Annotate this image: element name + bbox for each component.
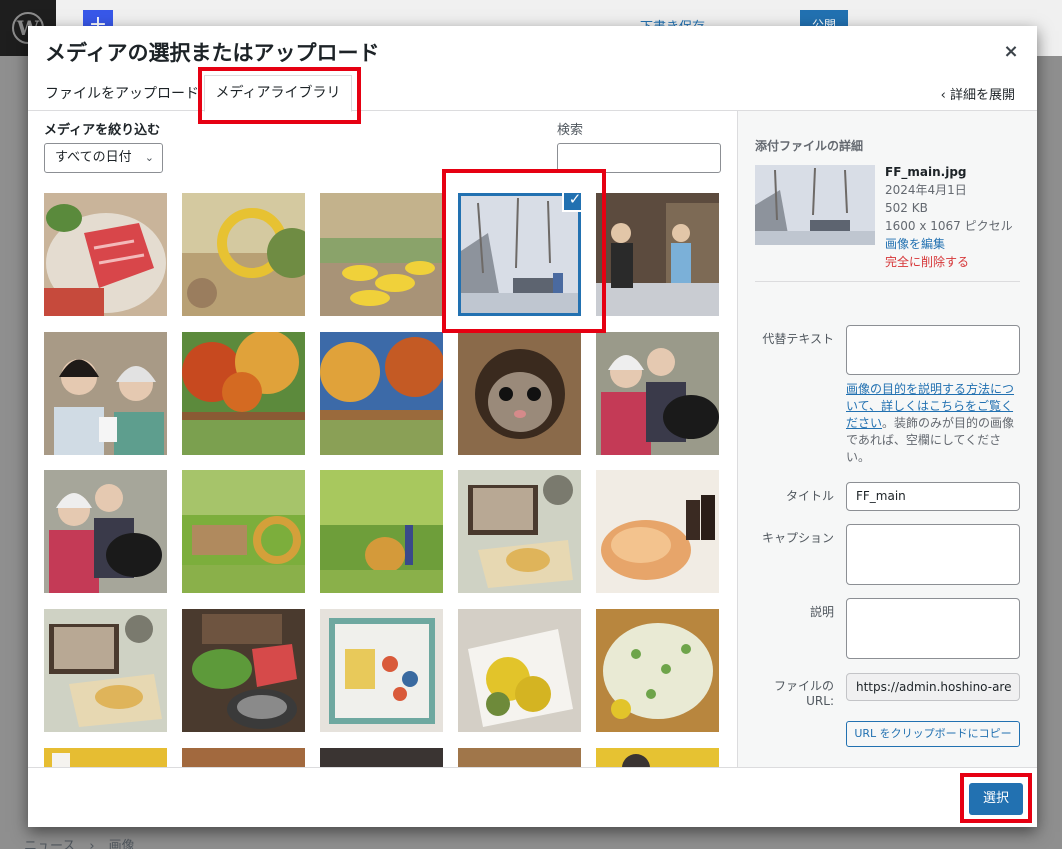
edit-image-link[interactable]: 画像を編集 <box>885 235 1013 253</box>
modal-title: メディアの選択またはアップロード <box>45 41 380 65</box>
thumbnail-partial-5[interactable] <box>596 748 719 767</box>
close-icon[interactable]: × <box>1001 42 1021 62</box>
alt-text-field[interactable] <box>846 325 1020 375</box>
thumbnail-bonito-flakes[interactable] <box>596 470 719 593</box>
alt-text-label: 代替テキスト <box>762 332 834 346</box>
breadcrumb-item[interactable]: 画像 <box>109 839 135 849</box>
thumbnail-partial-3[interactable] <box>320 748 443 767</box>
thumbnail-autumn-park[interactable] <box>320 332 443 455</box>
thumbnail-soba-tempura[interactable] <box>458 470 581 593</box>
thumbnail-partial-1[interactable] <box>44 748 167 767</box>
thumbnail-autumn-maples[interactable] <box>182 332 305 455</box>
details-thumbnail <box>755 165 875 245</box>
thumbnail-floral-shirt[interactable] <box>596 609 719 732</box>
file-url-label: ファイルの URL: <box>773 679 834 708</box>
footer-divider <box>28 767 1037 768</box>
filter-label: メディアを絞り込む <box>44 123 161 138</box>
thumbnail-partial-2[interactable] <box>182 748 305 767</box>
thumbnail-spring-park-people[interactable] <box>320 470 443 593</box>
attachment-details-panel: 添付ファイルの詳細 FF_main.jpg 2024年4月1日 502 KB 1… <box>737 111 1037 767</box>
thumbnail-mimosa-box[interactable] <box>458 609 581 732</box>
details-dimensions: 1600 x 1067 ピクセル <box>885 219 1013 233</box>
expand-details-link[interactable]: ‹ 詳細を展開 <box>941 84 1015 103</box>
details-date: 2024年4月1日 <box>885 183 967 197</box>
thumbnail-flying-squirrel[interactable] <box>458 332 581 455</box>
media-browser: メディアを絞り込む すべての日付 ⌄ 検索 ✓ <box>28 111 736 767</box>
thumbnail-spring-playground[interactable] <box>182 470 305 593</box>
title-field[interactable]: FF_main <box>846 482 1020 511</box>
file-url-field[interactable]: https://admin.hoshino-are <box>846 673 1020 701</box>
caption-field[interactable] <box>846 524 1020 585</box>
media-modal: メディアの選択またはアップロード × ファイルをアップロード メディアライブラリ… <box>28 26 1037 827</box>
details-meta: FF_main.jpg 2024年4月1日 502 KB 1600 x 1067… <box>885 163 1013 271</box>
thumbnail-snow-sweeping[interactable] <box>596 193 719 316</box>
details-divider <box>755 281 1020 282</box>
breadcrumb-item[interactable]: ニュース <box>24 839 75 849</box>
title-label: タイトル <box>785 489 834 503</box>
select-button[interactable]: 選択 <box>969 783 1023 815</box>
thumbnail-partial-4[interactable] <box>458 748 581 767</box>
copy-url-button[interactable]: URL をクリップボードにコピー <box>846 721 1020 747</box>
thumbnail-snowy-street[interactable]: ✓ <box>458 193 581 316</box>
chevron-down-icon: ⌄ <box>144 151 154 164</box>
thumbnail-couple-with-dog-2[interactable] <box>44 470 167 593</box>
thumbnail-women-kakigori[interactable] <box>44 332 167 455</box>
check-icon[interactable]: ✓ <box>562 193 581 212</box>
thumbnail-flower-wreath[interactable] <box>182 193 305 316</box>
details-size: 502 KB <box>885 201 928 215</box>
thumbnail-flower-furoshiki[interactable] <box>320 609 443 732</box>
description-label: 説明 <box>809 605 834 619</box>
search-input[interactable] <box>557 143 721 173</box>
date-filter-select[interactable]: すべての日付 ⌄ <box>44 143 163 173</box>
breadcrumb: ニュース › 画像 <box>24 835 149 849</box>
tab-media-library[interactable]: メディアライブラリ <box>204 75 352 112</box>
thumbnail-soba-tempura-2[interactable] <box>44 609 167 732</box>
caption-label: キャプション <box>761 531 834 545</box>
thumbnail-couple-with-dog[interactable] <box>596 332 719 455</box>
date-filter-value: すべての日付 <box>55 150 132 165</box>
thumbnail-hotpot-set[interactable] <box>182 609 305 732</box>
breadcrumb-sep: › <box>89 839 95 849</box>
thumbnail-yellow-tables[interactable] <box>320 193 443 316</box>
thumbnail-wagyu-shabu[interactable] <box>44 193 167 316</box>
details-heading: 添付ファイルの詳細 <box>755 139 864 153</box>
details-filename: FF_main.jpg <box>885 165 967 179</box>
alt-help-text: 画像の目的を説明する方法について、詳しくはこちらをご覧ください。装飾のみが目的の… <box>846 381 1024 466</box>
delete-permanently-link[interactable]: 完全に削除する <box>885 253 1013 271</box>
description-field[interactable] <box>846 598 1020 659</box>
tab-upload-files[interactable]: ファイルをアップロード <box>45 83 199 103</box>
search-label: 検索 <box>557 123 584 138</box>
